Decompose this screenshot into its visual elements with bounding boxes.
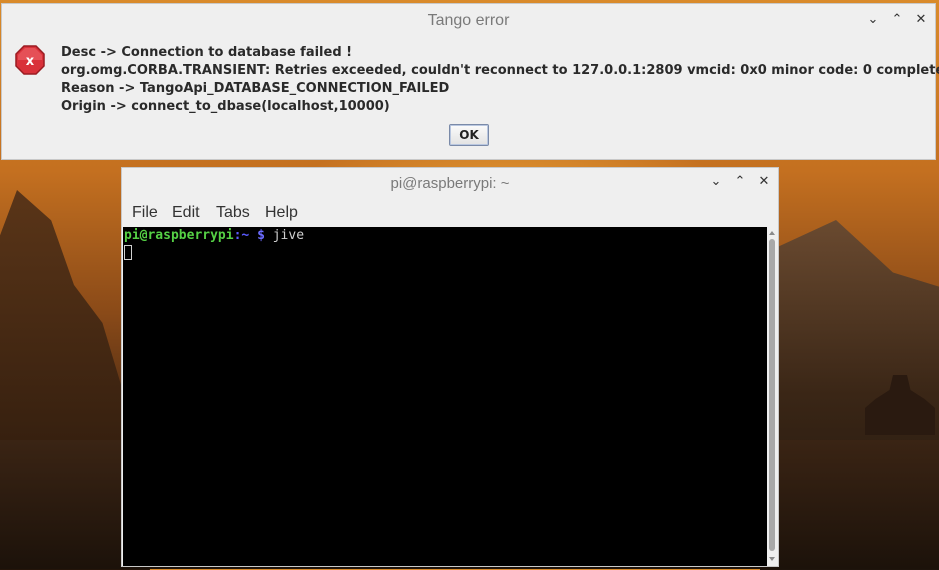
- error-corba-line: org.omg.CORBA.TRANSIENT: Retries exceede…: [61, 63, 939, 78]
- svg-text:x: x: [26, 54, 35, 69]
- menu-tabs[interactable]: Tabs: [216, 204, 250, 222]
- dialog-minimize-button[interactable]: ⌄: [864, 11, 882, 29]
- prompt-line: pi@raspberrypi:~ $ jive: [124, 228, 767, 244]
- scroll-down-icon[interactable]: [768, 555, 776, 563]
- error-desc-line: Desc -> Connection to database failed !: [61, 45, 353, 60]
- ok-button[interactable]: OK: [449, 124, 489, 146]
- terminal-close-button[interactable]: ✕: [755, 173, 773, 191]
- tango-error-dialog: Tango error ⌄ ⌃ ✕ x Desc -> Connection t…: [1, 3, 939, 160]
- error-origin-line: Origin -> connect_to_dbase(localhost,100…: [61, 99, 390, 114]
- prompt-command: jive: [272, 228, 305, 243]
- menu-edit[interactable]: Edit: [172, 204, 200, 222]
- text-cursor: [124, 245, 132, 260]
- menu-help[interactable]: Help: [265, 204, 298, 222]
- prompt-dollar: $: [257, 228, 265, 243]
- dialog-titlebar[interactable]: Tango error ⌄ ⌃ ✕: [2, 4, 935, 36]
- terminal-window: pi@raspberrypi: ~ ⌄ ⌃ ✕ File Edit Tabs H…: [121, 167, 779, 567]
- dialog-title: Tango error: [427, 12, 510, 29]
- error-icon: x: [15, 45, 45, 75]
- terminal-maximize-button[interactable]: ⌃: [731, 173, 749, 191]
- prompt-path: :~: [233, 228, 250, 243]
- terminal-scrollbar[interactable]: [767, 227, 777, 566]
- terminal-screen[interactable]: pi@raspberrypi:~ $ jive: [123, 227, 767, 566]
- terminal-titlebar[interactable]: pi@raspberrypi: ~ ⌄ ⌃ ✕: [122, 168, 778, 198]
- dialog-close-button[interactable]: ✕: [912, 11, 930, 29]
- error-message: Desc -> Connection to database failed ! …: [61, 44, 939, 116]
- terminal-title: pi@raspberrypi: ~: [390, 175, 510, 192]
- scroll-up-icon[interactable]: [768, 229, 776, 237]
- terminal-menubar: File Edit Tabs Help: [122, 198, 778, 227]
- dialog-maximize-button[interactable]: ⌃: [888, 11, 906, 29]
- error-reason-line: Reason -> TangoApi_DATABASE_CONNECTION_F…: [61, 81, 450, 96]
- scrollbar-thumb[interactable]: [769, 239, 775, 551]
- terminal-minimize-button[interactable]: ⌄: [707, 173, 725, 191]
- cursor-line: [124, 244, 767, 260]
- menu-file[interactable]: File: [132, 204, 158, 222]
- prompt-user: pi@raspberrypi: [124, 228, 234, 243]
